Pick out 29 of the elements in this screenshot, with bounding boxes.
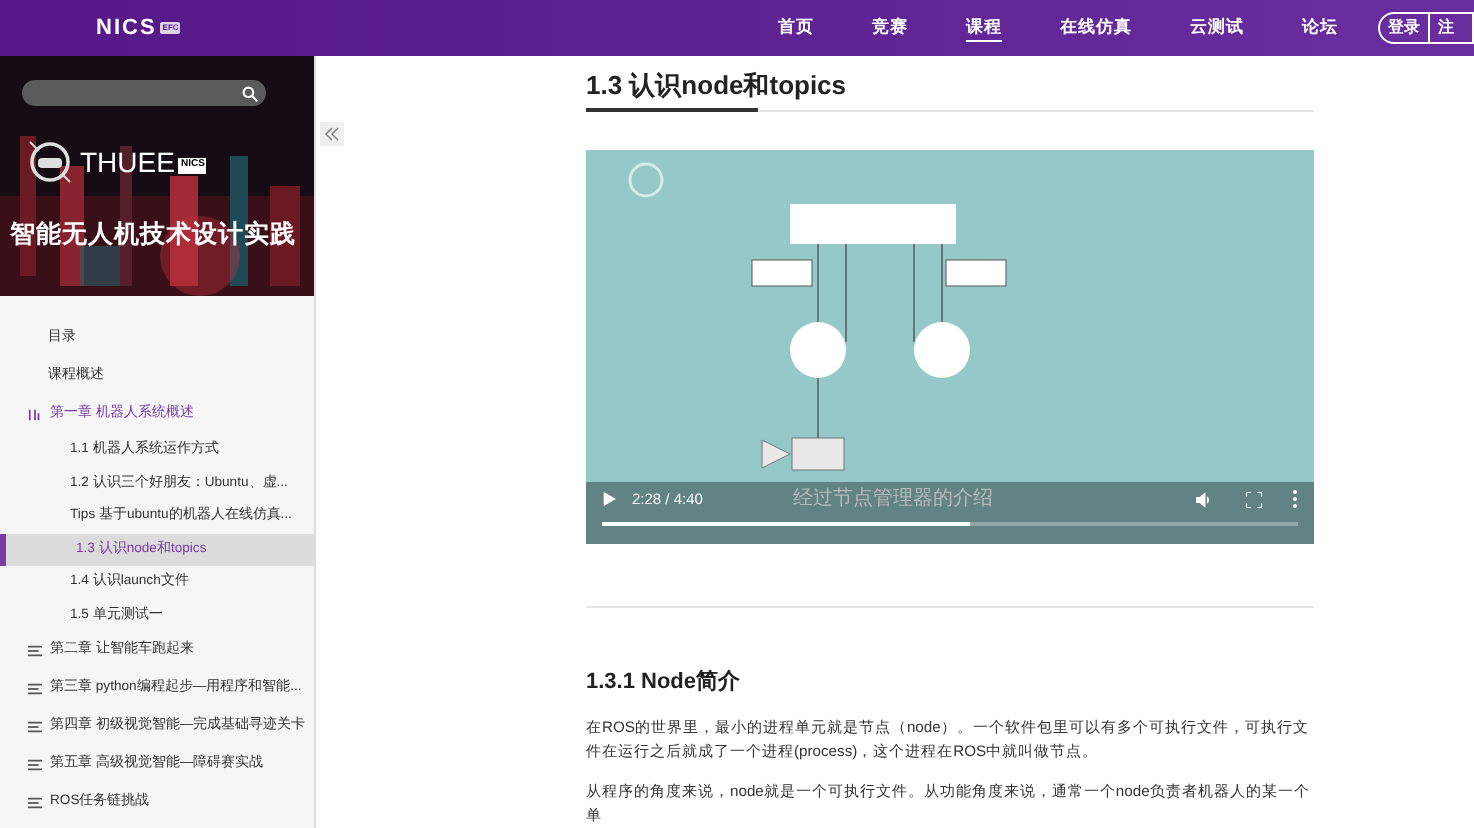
nav-link[interactable]: 竞赛 <box>872 13 908 43</box>
nav-link[interactable]: 课程 <box>966 13 1002 43</box>
car-logo-icon <box>24 136 76 188</box>
more-icon[interactable] <box>1292 490 1298 508</box>
nav-link[interactable]: 首页 <box>778 13 814 43</box>
tree-icon <box>28 408 42 422</box>
video-subtitle: 经过节点管理器的介绍 <box>792 485 993 514</box>
search-field[interactable] <box>22 80 266 106</box>
register-button[interactable]: 注 <box>1430 14 1462 42</box>
nav-link[interactable]: 论坛 <box>1302 13 1338 43</box>
play-icon[interactable] <box>602 492 616 506</box>
section-heading: 1.3.1 Node简介 <box>586 667 743 697</box>
list-icon <box>28 720 42 734</box>
collapse-button[interactable] <box>320 122 344 146</box>
double-chevron-icon <box>324 126 340 142</box>
nav-link[interactable]: 云测试 <box>1190 13 1244 43</box>
site-logo[interactable]: NICS <box>96 11 157 45</box>
volume-icon[interactable] <box>1196 491 1212 507</box>
list-icon <box>28 682 42 696</box>
login-button[interactable]: 登录 <box>1380 14 1430 42</box>
search-icon <box>242 85 258 101</box>
nav-link[interactable]: 在线仿真 <box>1060 13 1132 43</box>
course-title: 智能无人机技术设计实践 <box>10 218 296 252</box>
fullscreen-icon[interactable] <box>1246 491 1262 507</box>
page-title: 1.3 认识node和topics <box>586 68 849 104</box>
list-icon <box>28 758 42 772</box>
brand-name: THUEE <box>80 143 175 181</box>
list-icon <box>28 644 42 658</box>
list-icon <box>28 796 42 810</box>
